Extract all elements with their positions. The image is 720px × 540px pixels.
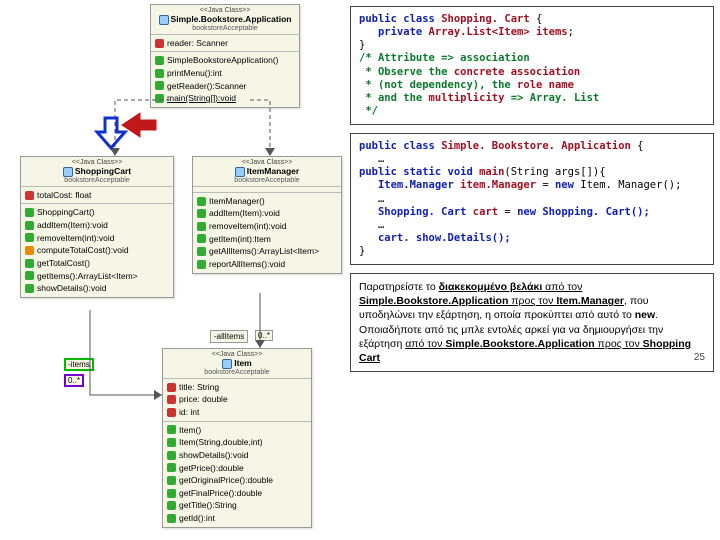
uml-class-item: <<Java Class>> Item bookstoreAcceptable … — [162, 348, 312, 528]
code-box-application: public class Simple. Bookstore. Applicat… — [350, 133, 714, 265]
assoc-label-allitems: -allItems — [210, 330, 248, 343]
visibility-icon — [155, 39, 164, 48]
explanation-paragraph: Παρατηρείστε το διακεκομμένο βελάκι από … — [350, 273, 714, 372]
multiplicity-allitems: 0..* — [255, 330, 273, 341]
uml-diagram-panel: <<Java Class>> Simple.Bookstore.Applicat… — [0, 0, 350, 540]
uml-class-shoppingcart: <<Java Class>> ShoppingCart bookstoreAcc… — [20, 156, 174, 298]
stereotype: <<Java Class>> — [155, 7, 295, 14]
code-box-shoppingcart: public class Shopping. Cart { private Ar… — [350, 6, 714, 125]
class-icon — [159, 15, 169, 25]
multiplicity-items: 0..* — [64, 374, 84, 387]
uml-class-itemmanager: <<Java Class>> ItemManager bookstoreAcce… — [192, 156, 342, 274]
page-number: 25 — [694, 351, 705, 365]
assoc-label-items: -items — [64, 358, 94, 371]
uml-class-application: <<Java Class>> Simple.Bookstore.Applicat… — [150, 4, 300, 108]
